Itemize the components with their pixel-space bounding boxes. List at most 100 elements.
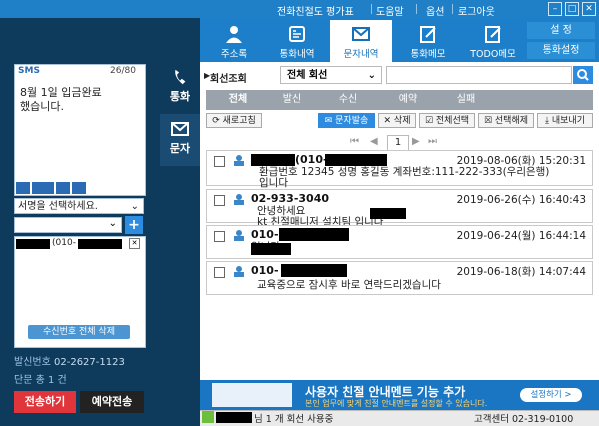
banner-setup-button[interactable]: 설정하기 > bbox=[520, 388, 582, 402]
envelope-icon bbox=[352, 27, 370, 41]
sms-body-text[interactable]: 8월 1일 입금완료 했습니다. bbox=[20, 86, 138, 114]
maximize-button[interactable]: □ bbox=[565, 2, 579, 16]
message-row[interactable]: 02-933-3040 2019-06-26(수) 16:40:43 안녕하세요… bbox=[206, 189, 593, 228]
emoticon-icon[interactable] bbox=[56, 182, 70, 194]
contact-icon[interactable] bbox=[72, 182, 86, 194]
tab-label: 문자내역 bbox=[343, 49, 379, 60]
remove-recipient-icon[interactable]: ✕ bbox=[129, 238, 140, 249]
status-text: 님 1 개 회선 사용중 bbox=[254, 414, 334, 425]
tab-incoming[interactable]: 수신 bbox=[322, 90, 374, 110]
message-number: (010- bbox=[295, 153, 328, 166]
sidenav-label: 문자 bbox=[169, 142, 191, 155]
tab-contacts[interactable]: 주소록 bbox=[203, 20, 265, 62]
phone-icon bbox=[289, 26, 305, 42]
message-row[interactable]: 010- 2019-06-24(월) 16:44:14 입니다 bbox=[206, 225, 593, 259]
tab-label: 통화내역 bbox=[279, 49, 315, 60]
customer-center: 고객센터 02-319-0100 bbox=[474, 414, 574, 425]
line-search-label: 회선조회 bbox=[210, 74, 247, 85]
tab-sms-history[interactable]: 문자내역 bbox=[330, 20, 392, 64]
link-options[interactable]: 옵션 bbox=[426, 3, 444, 18]
close-icon: ✕ bbox=[383, 116, 392, 126]
sms-textarea[interactable] bbox=[14, 64, 146, 196]
recipient-number-prefix: (010- bbox=[52, 238, 76, 248]
close-button[interactable]: ✕ bbox=[582, 2, 596, 16]
special-char-icon[interactable] bbox=[32, 182, 54, 194]
line-select-value: 전체 회선 bbox=[287, 70, 328, 81]
prev-page-icon[interactable]: ◀ bbox=[370, 136, 378, 147]
select-all-button[interactable]: ☑ 전체선택 bbox=[419, 113, 475, 128]
settings-button[interactable]: 설 정 bbox=[527, 22, 595, 39]
search-icon bbox=[577, 69, 589, 81]
delete-label: 삭제 bbox=[393, 116, 411, 126]
message-row[interactable]: 010- 2019-06-18(화) 14:07:44 교육중으로 잠시후 바로… bbox=[206, 261, 593, 295]
link-logout[interactable]: 로그아웃 bbox=[458, 3, 495, 18]
sidenav-call[interactable]: 통화 bbox=[160, 62, 200, 114]
divider bbox=[371, 4, 372, 14]
banner-image bbox=[212, 383, 292, 407]
tab-call-history[interactable]: 통화내역 bbox=[266, 20, 328, 62]
send-button[interactable]: 전송하기 bbox=[14, 391, 76, 413]
tab-reserved[interactable]: 예약 bbox=[382, 90, 434, 110]
phone-icon bbox=[175, 69, 186, 85]
row-checkbox[interactable] bbox=[214, 195, 225, 206]
envelope-icon bbox=[171, 122, 189, 136]
tab-label: 주소록 bbox=[220, 49, 248, 60]
title-bar: 전화친절도 평가표 도움말 옵션 로그아웃 – □ ✕ bbox=[0, 0, 599, 18]
link-kindness-eval[interactable]: 전화친절도 평가표 bbox=[277, 3, 354, 18]
minimize-button[interactable]: – bbox=[548, 2, 562, 16]
deselect-button[interactable]: ☒ 선택해제 bbox=[478, 113, 534, 128]
message-number: 010- bbox=[251, 228, 279, 241]
export-button[interactable]: ⤓ 내보내기 bbox=[537, 113, 593, 128]
sender-label: 발신번호 bbox=[14, 357, 51, 368]
export-label: 내보내기 bbox=[551, 116, 585, 126]
checkbox-icon: ☑ bbox=[424, 116, 434, 126]
link-help[interactable]: 도움말 bbox=[376, 3, 404, 18]
byte-counter: 26/80 bbox=[110, 66, 136, 76]
add-recipient-button[interactable]: + bbox=[125, 216, 143, 234]
tab-failed[interactable]: 실패 bbox=[440, 90, 492, 110]
message-date: 2019-06-24(월) 16:44:14 bbox=[456, 230, 586, 242]
search-button[interactable] bbox=[573, 66, 593, 84]
contact-icon bbox=[234, 194, 244, 205]
next-page-icon[interactable]: ▶ bbox=[412, 136, 420, 147]
call-settings-button[interactable]: 통화설정 bbox=[527, 42, 595, 59]
tab-outgoing[interactable]: 발신 bbox=[266, 90, 318, 110]
todo-icon bbox=[485, 26, 501, 43]
page-number: 1 bbox=[387, 135, 409, 151]
signature-select[interactable]: 서명을 선택하세요. ⌄ bbox=[14, 198, 144, 214]
refresh-button[interactable]: ⟳ 새로고침 bbox=[206, 113, 262, 128]
message-number: 010- bbox=[251, 264, 279, 277]
line-select[interactable]: 전체 회선 ⌄ bbox=[280, 66, 382, 84]
redacted-number bbox=[325, 154, 387, 166]
redacted-number bbox=[279, 228, 349, 241]
sender-number: 02-2627-1123 bbox=[54, 357, 125, 368]
search-input[interactable] bbox=[386, 66, 572, 84]
last-page-icon[interactable]: ⏭ bbox=[428, 136, 437, 147]
tab-call-memo[interactable]: 통화메모 bbox=[397, 20, 459, 62]
tab-todo-memo[interactable]: TODO메모 bbox=[462, 20, 524, 62]
message-text: 환급번호 12345 성명 홍길동 계좌번호:111-222-333(우리은행)… bbox=[259, 166, 550, 189]
search-tool-icon[interactable] bbox=[16, 182, 30, 194]
delete-all-recipients-button[interactable]: 수신번호 전체 삭제 bbox=[28, 325, 130, 339]
sidenav-sms[interactable]: 문자 bbox=[160, 114, 200, 166]
contact-icon bbox=[234, 266, 244, 277]
select-all-label: 전체선택 bbox=[435, 116, 470, 126]
divider bbox=[452, 4, 453, 14]
redacted-name bbox=[251, 154, 295, 166]
message-count: 단문 총 1 건 bbox=[14, 375, 67, 386]
tab-label: TODO메모 bbox=[470, 49, 516, 60]
contact-icon bbox=[234, 155, 244, 166]
row-checkbox[interactable] bbox=[214, 267, 225, 278]
divider bbox=[416, 4, 417, 14]
row-checkbox[interactable] bbox=[214, 156, 225, 167]
reserve-send-button[interactable]: 예약전송 bbox=[80, 391, 144, 413]
sender-number-row: 발신번호 02-2627-1123 bbox=[14, 353, 125, 368]
first-page-icon[interactable]: ⏮ bbox=[350, 136, 359, 147]
tab-all[interactable]: 전체 bbox=[212, 90, 264, 110]
download-icon: ⤓ bbox=[545, 116, 549, 126]
row-checkbox[interactable] bbox=[214, 231, 225, 242]
message-row[interactable]: (010- 2019-08-06(화) 15:20:31 환급번호 12345 … bbox=[206, 150, 593, 189]
send-sms-button[interactable]: ✉ 문자발송 bbox=[318, 113, 375, 128]
recipient-input[interactable]: ⌄ bbox=[14, 217, 122, 233]
delete-button[interactable]: ✕ 삭제 bbox=[378, 113, 416, 128]
